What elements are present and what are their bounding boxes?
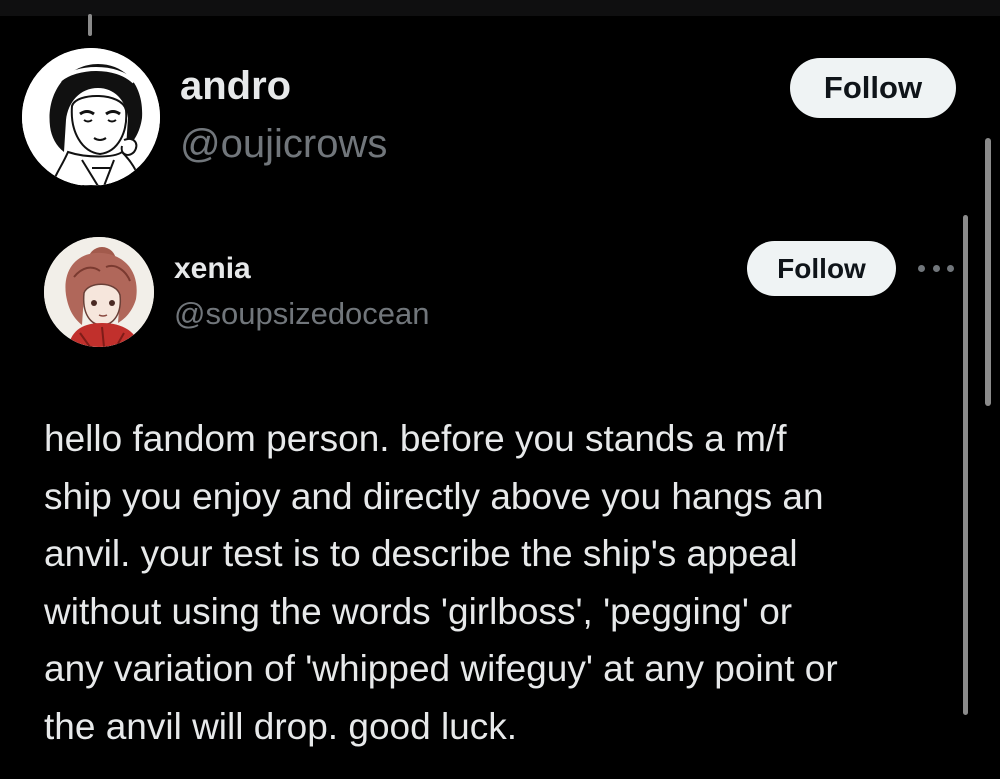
post-text-line: without using the words 'girlboss', 'peg…	[44, 590, 793, 632]
author-avatar[interactable]	[22, 48, 160, 186]
post-text-line: hello fandom person. before you stands a…	[44, 418, 787, 459]
post-text-line: anvil. your test is to describe the ship…	[44, 533, 798, 574]
quoted-author-display-name[interactable]: xenia	[174, 252, 251, 286]
quoted-post-scrollbar[interactable]	[963, 215, 968, 715]
post-text-line: any variation of 'whipped wifeguy' at an…	[44, 648, 838, 689]
follow-button[interactable]: Follow	[790, 58, 956, 118]
post-text-line: ship you enjoy and directly above you ha…	[44, 475, 824, 517]
quoted-author-avatar[interactable]	[44, 237, 154, 347]
page-scrollbar[interactable]	[985, 138, 991, 406]
more-dot	[932, 264, 940, 272]
quoted-follow-button[interactable]: Follow	[747, 241, 896, 296]
quoted-post-text: hello fandom person. before you stands a…	[44, 410, 959, 755]
top-bar	[0, 0, 1000, 16]
post-text-line: the anvil will drop. good luck.	[44, 705, 518, 747]
scroll-indicator	[88, 14, 92, 36]
illustrated-character-avatar-icon	[44, 237, 154, 347]
more-dot	[918, 264, 925, 272]
more-dot	[947, 264, 954, 272]
author-handle[interactable]: @oujicrows	[180, 122, 387, 167]
manga-character-avatar-icon	[22, 48, 160, 186]
more-horizontal-icon[interactable]	[918, 258, 954, 278]
quoted-author-handle[interactable]: @soupsizedocean	[174, 296, 430, 332]
author-display-name[interactable]: andro	[180, 64, 291, 109]
